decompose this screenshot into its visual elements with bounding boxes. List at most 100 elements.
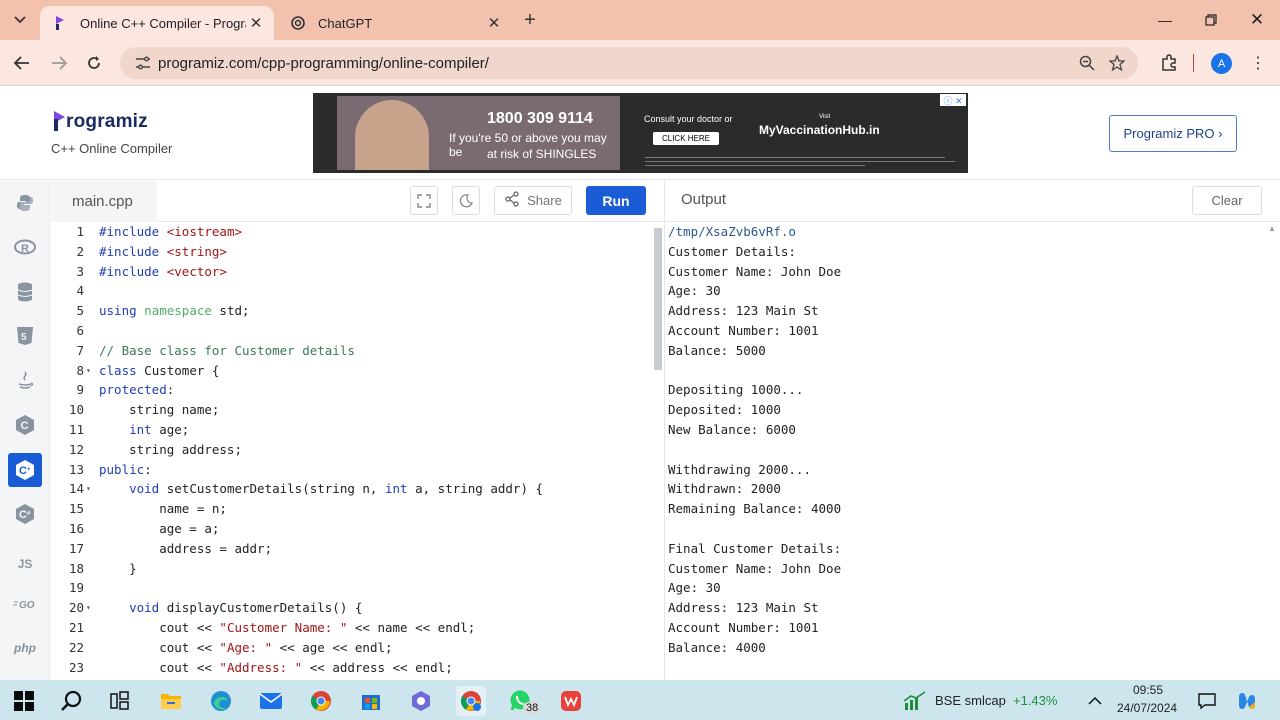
notifications-icon[interactable]: [1192, 686, 1222, 716]
code-line[interactable]: 3 #include <vector>: [51, 262, 651, 282]
code-line[interactable]: 22 cout << "Age: " << age << endl;: [51, 638, 651, 658]
zoom-icon[interactable]: [1072, 48, 1102, 78]
run-button[interactable]: Run: [586, 186, 646, 215]
chrome-active-icon[interactable]: [456, 686, 486, 716]
svg-text:GO: GO: [19, 600, 35, 610]
browser-menu-icon[interactable]: ⋮: [1246, 51, 1270, 75]
clock-date[interactable]: 24/07/2024: [1117, 701, 1177, 715]
tab-chatgpt[interactable]: ChatGPT ✕: [278, 6, 512, 40]
file-explorer-icon[interactable]: [156, 686, 186, 716]
output-line: Account Number: 1001: [668, 323, 819, 338]
code-line[interactable]: 10 string name;: [51, 400, 651, 420]
javascript-icon[interactable]: JS: [8, 547, 42, 581]
chrome-icon[interactable]: [306, 686, 336, 716]
ad-close-icon[interactable]: ⓘ ✕: [940, 94, 966, 106]
ad-person-image: [355, 100, 429, 170]
c-language-icon[interactable]: C: [8, 408, 42, 442]
dark-mode-moon-icon[interactable]: [452, 186, 480, 215]
tab-search-chevron-icon[interactable]: [8, 8, 32, 32]
output-line: Age: 30: [668, 580, 721, 596]
go-language-icon[interactable]: GO: [8, 587, 42, 621]
close-tab-icon[interactable]: ✕: [484, 13, 504, 33]
code-line[interactable]: 23 cout << "Address: " << address << end…: [51, 658, 651, 678]
code-line[interactable]: 11 int age;: [51, 420, 651, 440]
code-line[interactable]: 7 // Base class for Customer details: [51, 341, 651, 361]
close-tab-icon[interactable]: ✕: [246, 13, 266, 33]
code-line[interactable]: 20 ▾ void displayCustomerDetails() {: [51, 598, 651, 618]
code-line[interactable]: 17 address = addr;: [51, 539, 651, 559]
programiz-pro-button[interactable]: Programiz PRO ›: [1109, 115, 1237, 152]
code-line[interactable]: 9 protected:: [51, 380, 651, 400]
forward-arrow-icon[interactable]: [46, 50, 72, 76]
r-language-icon[interactable]: R: [8, 230, 42, 264]
file-tab-main-cpp[interactable]: main.cpp: [51, 181, 157, 222]
output-line: Depositing 1000...: [668, 382, 804, 398]
code-line[interactable]: 1 #include <iostream>: [51, 222, 651, 242]
copilot-app-icon[interactable]: [406, 686, 436, 716]
mail-icon[interactable]: [256, 686, 286, 716]
code-line[interactable]: 13 public:: [51, 460, 651, 480]
task-view-icon[interactable]: [105, 686, 135, 716]
python-icon[interactable]: [8, 186, 42, 220]
code-text: string address;: [99, 441, 242, 457]
address-bar[interactable]: programiz.com/cpp-programming/online-com…: [120, 47, 1138, 79]
clear-button[interactable]: Clear: [1192, 186, 1262, 215]
csharp-language-icon[interactable]: C #: [8, 497, 42, 531]
show-hidden-icons-chevron-icon[interactable]: [1080, 686, 1110, 716]
share-button[interactable]: Share: [494, 186, 572, 215]
clock-time[interactable]: 09:55: [1133, 683, 1163, 697]
search-icon[interactable]: [57, 686, 87, 716]
minimize-icon[interactable]: —: [1153, 8, 1177, 32]
ad-click-here-button[interactable]: CLICK HERE: [653, 132, 719, 145]
close-window-icon[interactable]: ✕: [1245, 8, 1269, 32]
copilot-icon[interactable]: [1232, 686, 1262, 716]
code-line[interactable]: 6: [51, 321, 651, 341]
back-arrow-icon[interactable]: [9, 50, 35, 76]
fullscreen-icon[interactable]: [410, 186, 438, 215]
output-scroll-up-icon[interactable]: ▲: [1268, 224, 1276, 233]
code-line[interactable]: 16 age = a;: [51, 519, 651, 539]
code-text: // Base class for Customer details: [99, 342, 355, 358]
microsoft-store-icon[interactable]: [356, 686, 386, 716]
ad-banner[interactable]: 1800 309 9114 If you're 50 or above you …: [313, 93, 968, 173]
php-language-icon[interactable]: php: [8, 631, 42, 665]
bookmark-star-icon[interactable]: [1102, 48, 1132, 78]
stock-chart-icon[interactable]: [900, 686, 930, 716]
restore-icon[interactable]: [1199, 8, 1223, 32]
code-line[interactable]: 5 using namespace std;: [51, 301, 651, 321]
code-line[interactable]: 8 ▾ class Customer {: [51, 361, 651, 381]
code-line[interactable]: 12 string address;: [51, 440, 651, 460]
site-info-icon[interactable]: [128, 56, 158, 70]
output-line: Customer Name: John Doe: [668, 263, 842, 279]
code-line[interactable]: 4: [51, 281, 651, 301]
code-line[interactable]: 15 name = n;: [51, 499, 651, 519]
new-tab-icon[interactable]: +: [519, 9, 541, 31]
code-line[interactable]: 21 cout << "Customer Name: " << name << …: [51, 618, 651, 638]
code-line[interactable]: 18 }: [51, 559, 651, 579]
windows-start-icon[interactable]: [9, 686, 39, 716]
tab-online-compiler[interactable]: Online C++ Compiler - Progran ✕: [40, 6, 274, 40]
whatsapp-icon[interactable]: 38: [506, 686, 542, 716]
editor-scrollbar[interactable]: [654, 228, 662, 370]
code-line[interactable]: 19: [51, 578, 651, 598]
programiz-logo-icon: [52, 109, 66, 133]
cpp-language-icon[interactable]: C +: [8, 453, 42, 487]
output-line: /tmp/XsaZvb6vRf.o: [668, 224, 796, 239]
programiz-logo[interactable]: rogramiz: [52, 109, 148, 133]
code-line[interactable]: 2 #include <string>: [51, 242, 651, 262]
reload-icon[interactable]: [81, 50, 107, 76]
extensions-puzzle-icon[interactable]: [1157, 51, 1181, 75]
fold-arrow-icon[interactable]: ▾: [86, 361, 91, 381]
url-text: programiz.com/cpp-programming/online-com…: [158, 54, 489, 72]
code-line[interactable]: 14 ▾ void setCustomerDetails(string n, in…: [51, 479, 651, 499]
output-line: Final Customer Details:: [668, 540, 842, 556]
fold-arrow-icon[interactable]: ▾: [86, 598, 91, 618]
java-icon[interactable]: [8, 364, 42, 398]
code-editor[interactable]: 1 #include <iostream> 2 #include <string> 3 #…: [51, 222, 664, 680]
edge-browser-icon[interactable]: [206, 686, 236, 716]
html5-icon[interactable]: 5: [8, 319, 42, 353]
wps-office-icon[interactable]: [556, 686, 586, 716]
fold-arrow-icon[interactable]: ▾: [86, 479, 91, 499]
database-sql-icon[interactable]: [8, 275, 42, 309]
profile-avatar[interactable]: A: [1211, 53, 1232, 74]
